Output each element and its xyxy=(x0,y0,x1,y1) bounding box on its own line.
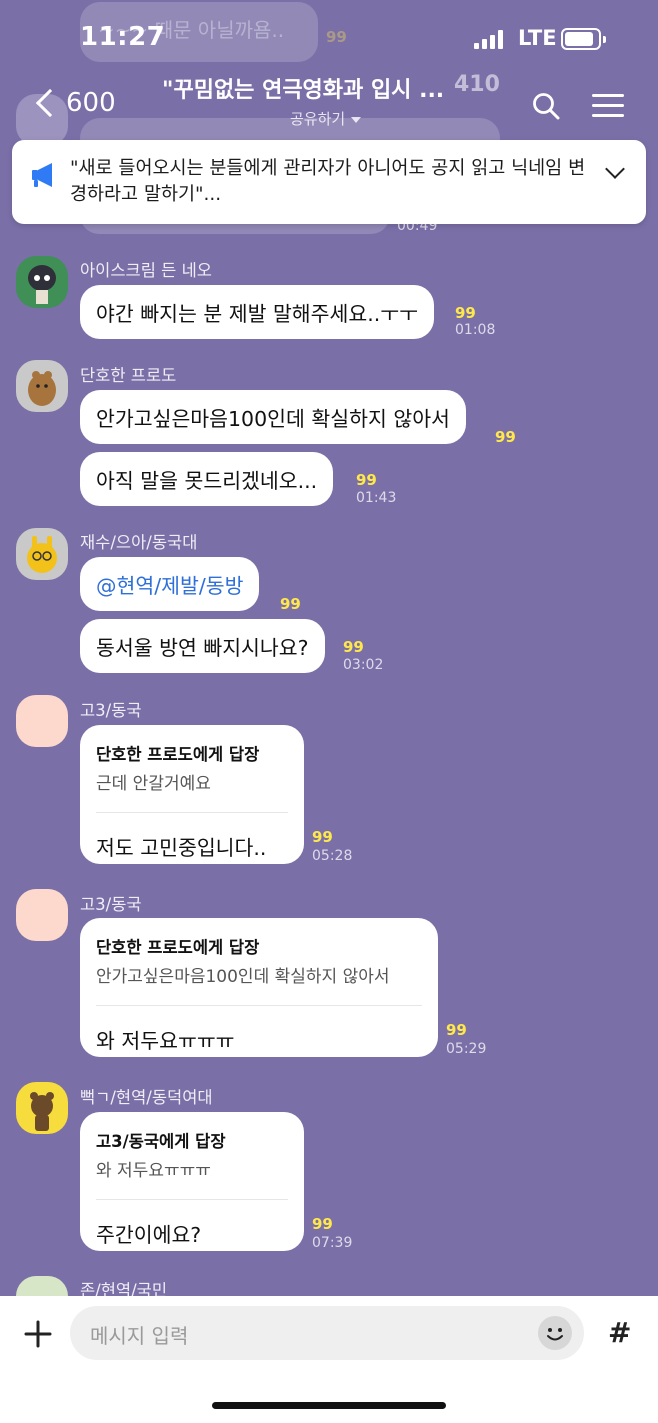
message-text: 저도 고민중입니다.. xyxy=(96,836,267,860)
unread-count: 99 xyxy=(356,471,377,489)
home-indicator xyxy=(212,1402,446,1409)
message-text: 아직 말을 못드리겠네오... xyxy=(96,469,318,493)
sender-name: 단호한 프로도 xyxy=(80,366,177,385)
battery-icon xyxy=(561,28,606,50)
mention-link[interactable]: @현역/제발/동방 xyxy=(96,569,243,599)
sender-name: 뻑ㄱ/현역/동덕여대 xyxy=(80,1088,213,1107)
search-icon[interactable] xyxy=(532,92,560,120)
message-text: 와 저두요ㅠㅠㅠ xyxy=(96,1029,235,1053)
sender-name: 고3/동국 xyxy=(80,895,142,914)
emoji-icon[interactable] xyxy=(538,1316,572,1350)
unread-count: 99 xyxy=(446,1021,467,1039)
unread-count: 99 xyxy=(280,595,301,613)
reply-target: 단호한 프로도에게 답장 xyxy=(96,745,260,764)
message-time: 05:29 xyxy=(446,1041,487,1057)
avatar[interactable] xyxy=(16,695,68,747)
message-bubble[interactable]: 아직 말을 못드리겠네오... xyxy=(80,452,334,506)
chevron-left-icon xyxy=(35,88,65,118)
share-label: 공유하기 xyxy=(290,110,346,128)
message-text: 안가고싶은마음100인데 확실하지 않아서 xyxy=(96,407,450,431)
reply-quote: 근데 안갈거예요 xyxy=(96,774,211,794)
avatar[interactable] xyxy=(16,889,68,941)
menu-icon[interactable] xyxy=(592,94,624,118)
network-label: LTE xyxy=(518,26,557,50)
reply-target: 고3/동국에게 답장 xyxy=(96,1132,226,1151)
avatar[interactable] xyxy=(16,528,68,580)
reply-target: 단호한 프로도에게 답장 xyxy=(96,938,260,957)
message-time: 03:02 xyxy=(343,657,384,673)
message-bubble[interactable]: @현역/제발/동방 xyxy=(80,557,260,611)
hashtag-icon[interactable]: # xyxy=(608,1316,631,1349)
room-title[interactable]: "꾸밈없는 연극영화과 입시 ... xyxy=(162,72,444,104)
share-dropdown[interactable]: 공유하기 xyxy=(290,108,362,129)
caret-down-icon xyxy=(351,116,362,123)
message-time: 05:28 xyxy=(312,848,353,864)
member-count: 410 xyxy=(454,72,500,97)
unread-count: 99 xyxy=(312,828,333,846)
message-time: 01:43 xyxy=(356,490,397,506)
sender-name: 아이스크림 든 네오 xyxy=(80,261,212,280)
signal-icon xyxy=(474,29,503,49)
status-time: 11:27 xyxy=(80,22,166,52)
reply-message-bubble[interactable]: 단호한 프로도에게 답장 근데 안갈거예요 저도 고민중입니다.. xyxy=(80,725,304,864)
notice-banner[interactable]: "새로 들어오시는 분들에게 관리자가 아니어도 공지 읽고 닉네임 변경하라고… xyxy=(12,140,646,224)
faded-unread-count: 99 xyxy=(326,28,347,46)
message-text: 야간 빠지는 분 제발 말해주세요..ㅜㅜ xyxy=(96,302,418,326)
unread-count: 99 xyxy=(312,1215,333,1233)
unread-count: 99 xyxy=(455,304,476,322)
message-text: 동서울 방연 빠지시나요? xyxy=(96,636,309,660)
reply-quote: 와 저두요ㅠㅠㅠ xyxy=(96,1161,211,1181)
message-time: 01:08 xyxy=(455,322,496,338)
notice-text: "새로 들어오시는 분들에게 관리자가 아니어도 공지 읽고 닉네임 변경하라고… xyxy=(70,158,586,205)
chevron-down-icon[interactable] xyxy=(605,159,625,179)
unread-count: 99 xyxy=(495,428,516,446)
back-button[interactable]: 600 xyxy=(34,88,116,118)
unread-count: 99 xyxy=(343,638,364,656)
unread-rooms-count: 600 xyxy=(66,88,116,118)
avatar[interactable] xyxy=(16,360,68,412)
message-bubble[interactable]: 동서울 방연 빠지시나요? xyxy=(80,619,325,673)
avatar[interactable] xyxy=(16,1082,68,1134)
sender-name: 고3/동국 xyxy=(80,701,142,720)
message-input-placeholder: 메시지 입력 xyxy=(90,1324,189,1348)
message-text: 주간이에요? xyxy=(96,1223,202,1247)
message-bubble[interactable]: 야간 빠지는 분 제발 말해주세요..ㅜㅜ xyxy=(80,285,434,339)
message-bubble[interactable]: 안가고싶은마음100인데 확실하지 않아서 xyxy=(80,390,466,444)
reply-quote: 안가고싶은마음100인데 확실하지 않아서 xyxy=(96,967,390,987)
sender-name: 재수/으아/동국대 xyxy=(80,533,198,552)
avatar[interactable] xyxy=(16,256,68,308)
megaphone-icon xyxy=(32,163,52,187)
reply-message-bubble[interactable]: 단호한 프로도에게 답장 안가고싶은마음100인데 확실하지 않아서 와 저두요… xyxy=(80,918,438,1057)
plus-icon[interactable] xyxy=(20,1316,56,1352)
reply-message-bubble[interactable]: 고3/동국에게 답장 와 저두요ㅠㅠㅠ 주간이에요? xyxy=(80,1112,304,1251)
message-time: 07:39 xyxy=(312,1235,353,1251)
